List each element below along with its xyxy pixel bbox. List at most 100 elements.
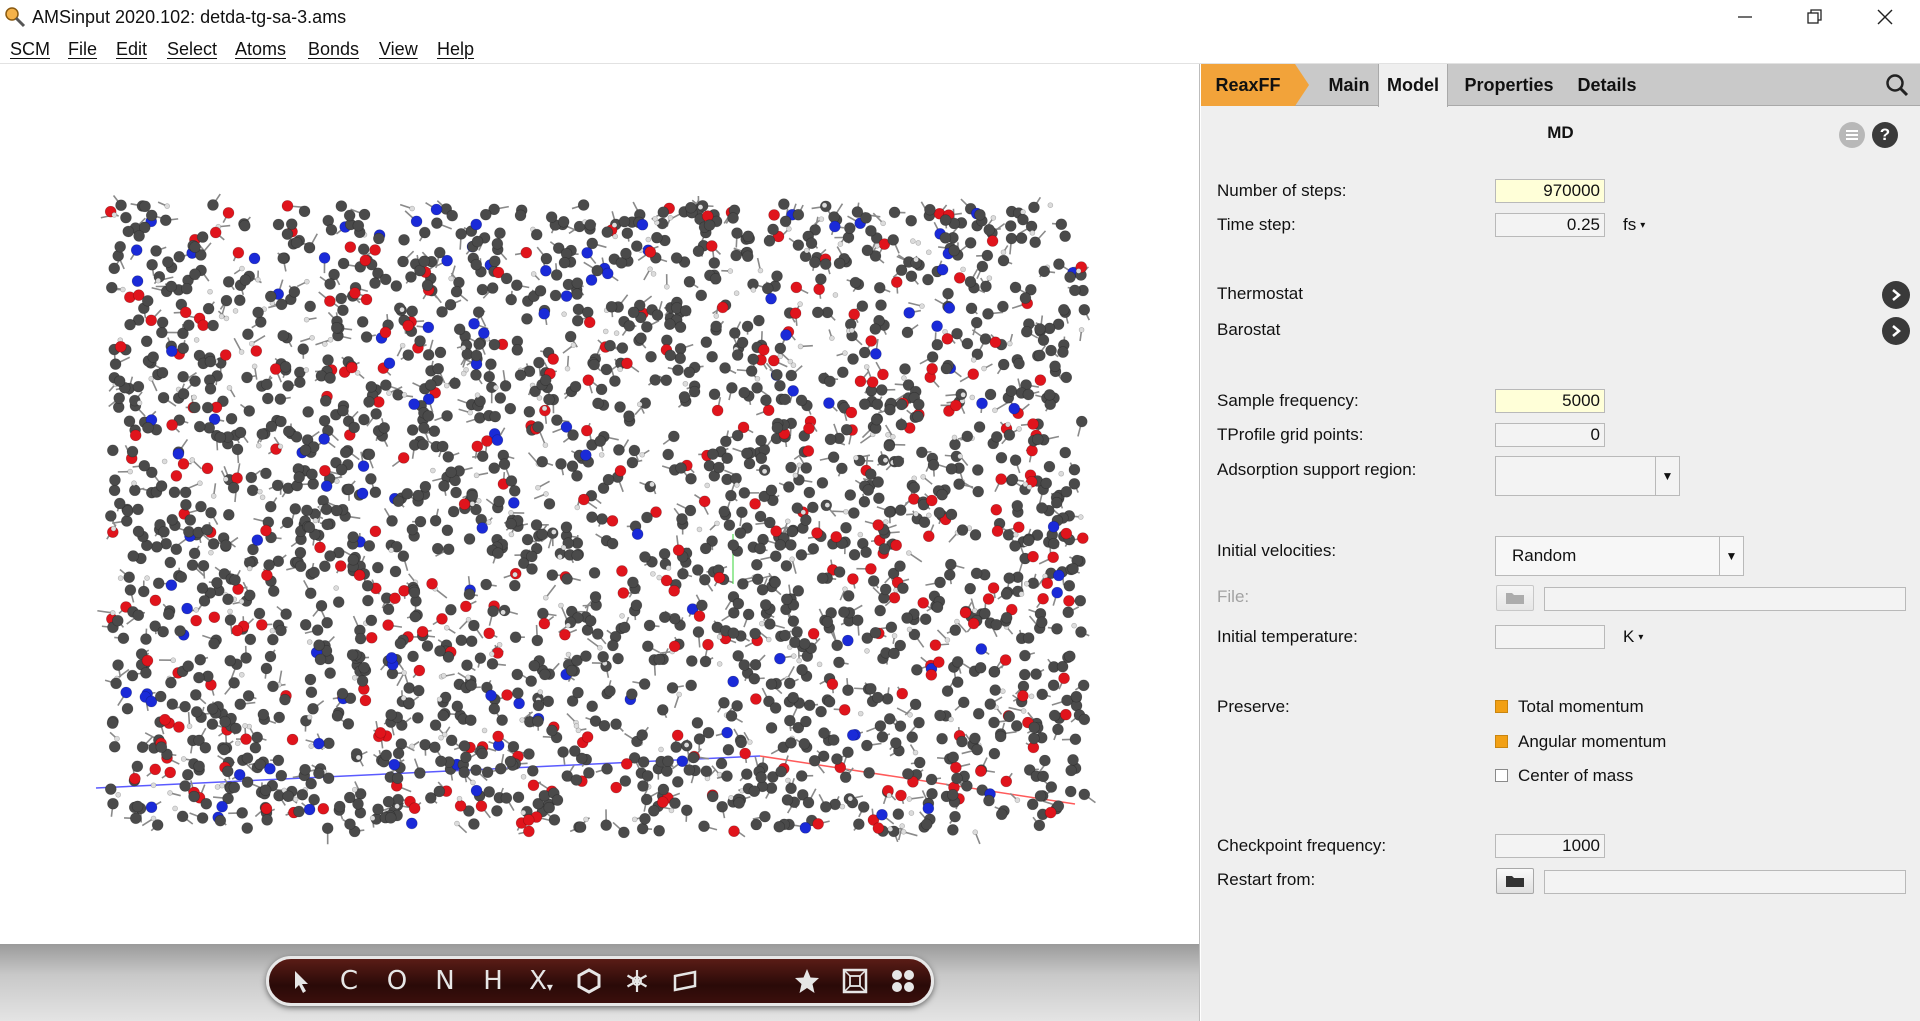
restart-browse-button[interactable] [1496, 868, 1534, 894]
menu-atoms[interactable]: Atoms [235, 39, 286, 60]
number-of-steps-input[interactable]: 970000 [1495, 179, 1605, 203]
tab-main[interactable]: Main [1309, 64, 1389, 106]
atom-sphere [784, 518, 791, 525]
atom-sphere [982, 308, 994, 320]
menu-select[interactable]: Select [167, 39, 217, 60]
atom-sphere [472, 306, 485, 318]
atom-sphere [313, 639, 325, 651]
time-step-unit-select[interactable]: fs ▾ [1623, 215, 1645, 235]
checkpoint-frequency-input[interactable]: 1000 [1495, 834, 1605, 858]
menu-view[interactable]: View [379, 39, 418, 60]
atom-sphere [567, 429, 579, 441]
atom-sphere [147, 351, 160, 363]
select-arrow-tool[interactable] [283, 965, 319, 997]
initial-temperature-unit-select[interactable]: K ▾ [1623, 627, 1643, 647]
atom-sphere [150, 245, 162, 257]
tab-properties[interactable]: Properties [1454, 64, 1564, 106]
atom-sphere [177, 342, 190, 355]
close-button[interactable] [1850, 0, 1920, 34]
adsorption-support-region-select[interactable]: ▼ [1495, 456, 1680, 496]
file-browse-button[interactable] [1496, 585, 1534, 611]
atom-sphere [703, 459, 716, 472]
menu-scm[interactable]: SCM [10, 39, 50, 60]
menu-edit[interactable]: Edit [116, 39, 147, 60]
tprofile-grid-points-input[interactable]: 0 [1495, 423, 1605, 447]
menu-bonds[interactable]: Bonds [308, 39, 359, 60]
initial-velocities-select[interactable]: Random ▼ [1495, 536, 1744, 576]
menu-help[interactable]: Help [437, 39, 474, 60]
atom-sphere [660, 374, 673, 387]
tab-reaxff[interactable]: ReaxFF [1201, 64, 1309, 106]
atom-sphere [246, 484, 259, 497]
atom-sphere [1051, 586, 1063, 599]
file-path-input[interactable] [1544, 587, 1906, 611]
help-button[interactable]: ? [1872, 122, 1898, 148]
carbon-tool[interactable]: C [331, 965, 367, 997]
hydrogen-tool[interactable]: H [475, 965, 511, 997]
atom-sphere [391, 772, 404, 785]
atom-sphere [961, 337, 974, 350]
minimize-button[interactable] [1710, 0, 1780, 34]
atom-sphere [1034, 349, 1046, 362]
nitrogen-tool[interactable]: N [427, 965, 463, 997]
angular-momentum-checkbox[interactable] [1495, 735, 1508, 748]
atoms-tool[interactable] [885, 965, 921, 997]
unit-cell-tool[interactable] [837, 965, 873, 997]
menu-file[interactable]: File [68, 39, 97, 60]
molecule-viewer[interactable]: C O N H X ▾ [0, 64, 1200, 1021]
atom-sphere [307, 478, 320, 490]
atom-sphere [610, 718, 622, 730]
thermostat-open-button[interactable] [1882, 281, 1910, 309]
atom-sphere [362, 594, 374, 607]
atom-sphere [166, 513, 179, 526]
barostat-open-button[interactable] [1882, 317, 1910, 345]
atom-sphere [813, 283, 825, 296]
ring-tool[interactable] [571, 965, 607, 997]
favorites-tool[interactable] [789, 965, 825, 997]
restore-button[interactable] [1780, 0, 1850, 34]
center-of-mass-checkbox[interactable] [1495, 769, 1508, 782]
molecule-canvas[interactable] [0, 64, 1200, 944]
atom-sphere [906, 626, 913, 633]
atom-sphere [221, 765, 234, 778]
list-menu-button[interactable] [1839, 122, 1865, 148]
sample-frequency-input[interactable]: 5000 [1495, 389, 1605, 413]
atom-sphere [261, 569, 273, 582]
freeze-tool[interactable] [619, 965, 655, 997]
atom-sphere [718, 697, 730, 709]
atom-sphere [589, 591, 602, 603]
atom-sphere [319, 395, 332, 407]
atom-sphere [797, 343, 804, 350]
atom-sphere [418, 226, 431, 239]
atom-sphere [618, 826, 630, 839]
initial-temperature-input[interactable] [1495, 625, 1605, 649]
atom-sphere [1036, 616, 1048, 629]
atom-sphere [304, 300, 316, 313]
atom-sphere [1058, 303, 1070, 316]
atom-sphere [876, 808, 888, 821]
atom-sphere [1067, 562, 1079, 575]
atom-sphere [513, 697, 525, 710]
other-element-label: X [529, 966, 547, 996]
tab-model[interactable]: Model [1378, 64, 1448, 107]
atom-sphere [676, 513, 688, 525]
atom-sphere [888, 206, 901, 219]
atom-sphere [714, 520, 720, 527]
total-momentum-checkbox[interactable] [1495, 700, 1508, 713]
atom-sphere [1009, 281, 1022, 294]
search-icon[interactable] [1884, 72, 1910, 98]
atom-sphere [957, 453, 963, 460]
atom-sphere [777, 353, 784, 360]
atom-sphere [1013, 357, 1025, 370]
atom-sphere [1045, 344, 1057, 357]
atom-sphere [123, 571, 135, 584]
oxygen-tool[interactable]: O [379, 965, 415, 997]
plane-tool[interactable] [667, 965, 703, 997]
time-step-input[interactable]: 0.25 [1495, 213, 1605, 237]
atom-sphere [569, 380, 582, 393]
atom-sphere [594, 435, 607, 447]
tab-details[interactable]: Details [1567, 64, 1647, 106]
other-element-tool[interactable]: X ▾ [523, 965, 559, 997]
atom-sphere [874, 243, 880, 249]
restart-path-input[interactable] [1544, 870, 1906, 894]
